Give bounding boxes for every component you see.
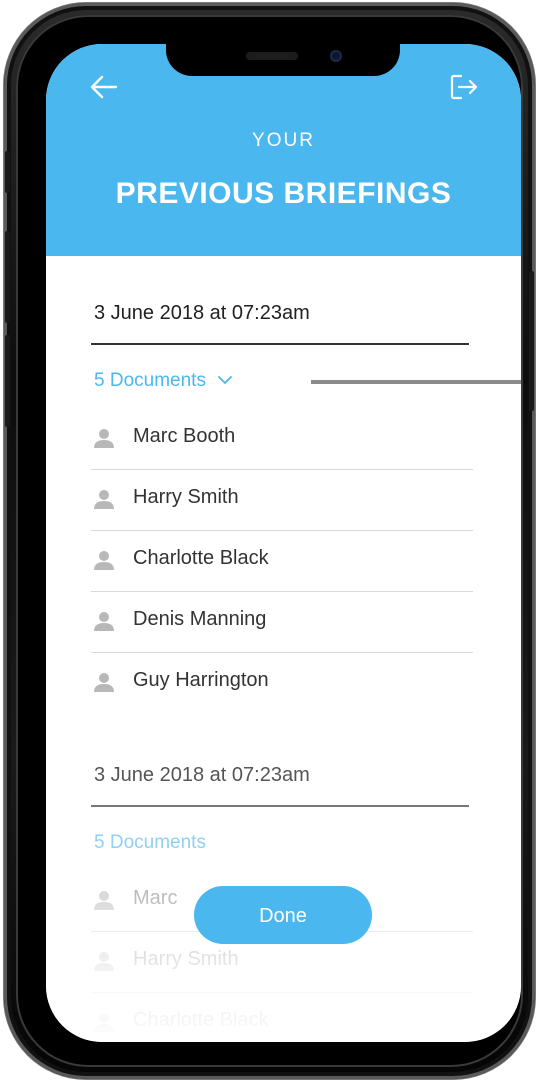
header-subtitle: YOUR [252, 130, 315, 151]
person-name: Marc [133, 887, 178, 909]
volume-up-button [5, 231, 10, 323]
volume-down-button [5, 335, 10, 427]
person-name: Charlotte Black [133, 547, 269, 569]
person-icon [94, 891, 114, 910]
documents-toggle[interactable]: 5 Documents [94, 832, 206, 854]
person-icon [94, 673, 114, 692]
list-item[interactable]: Charlotte Black [91, 994, 473, 1042]
row-divider [91, 469, 473, 470]
briefing-date: 3 June 2018 at 07:23am [94, 302, 310, 324]
person-icon [94, 952, 114, 971]
list-item[interactable]: Harry Smith [91, 471, 473, 531]
person-icon [94, 551, 114, 570]
speaker [246, 52, 298, 60]
row-divider [91, 591, 473, 592]
list-item[interactable]: Marc Booth [91, 410, 473, 470]
briefing-date: 3 June 2018 at 07:23am [94, 764, 310, 786]
person-name: Denis Manning [133, 608, 267, 630]
phone-frame: YOUR PREVIOUS BRIEFINGS 3 June 2018 at 0… [4, 3, 535, 1079]
documents-toggle[interactable]: 5 Documents [94, 370, 232, 392]
divider [91, 343, 469, 345]
power-button [529, 271, 534, 411]
person-name: Harry Smith [133, 948, 239, 970]
documents-count: 5 Documents [94, 832, 206, 853]
camera [330, 50, 342, 62]
person-name: Marc Booth [133, 425, 236, 447]
notch [166, 44, 400, 76]
person-name: Harry Smith [133, 486, 239, 508]
row-divider [91, 992, 473, 993]
arrow-left-icon[interactable] [90, 74, 118, 100]
page-title: PREVIOUS BRIEFINGS [115, 177, 452, 210]
divider [91, 805, 469, 807]
documents-count: 5 Documents [94, 370, 206, 391]
list-item[interactable]: Guy Harrington [91, 654, 473, 714]
annotation-connector-line [311, 380, 521, 384]
logout-icon[interactable] [450, 74, 478, 100]
person-icon [94, 490, 114, 509]
done-button[interactable]: Done [194, 886, 372, 944]
person-icon [94, 429, 114, 448]
chevron-down-icon [218, 376, 232, 385]
person-name: Charlotte Black [133, 1009, 269, 1031]
list-item[interactable]: Charlotte Black [91, 532, 473, 592]
phone-screen: YOUR PREVIOUS BRIEFINGS 3 June 2018 at 0… [46, 44, 521, 1042]
person-icon [94, 612, 114, 631]
row-divider [91, 530, 473, 531]
person-icon [94, 1013, 114, 1032]
row-divider [91, 652, 473, 653]
person-name: Guy Harrington [133, 669, 269, 691]
list-item[interactable]: Denis Manning [91, 593, 473, 653]
mute-switch [5, 151, 10, 193]
